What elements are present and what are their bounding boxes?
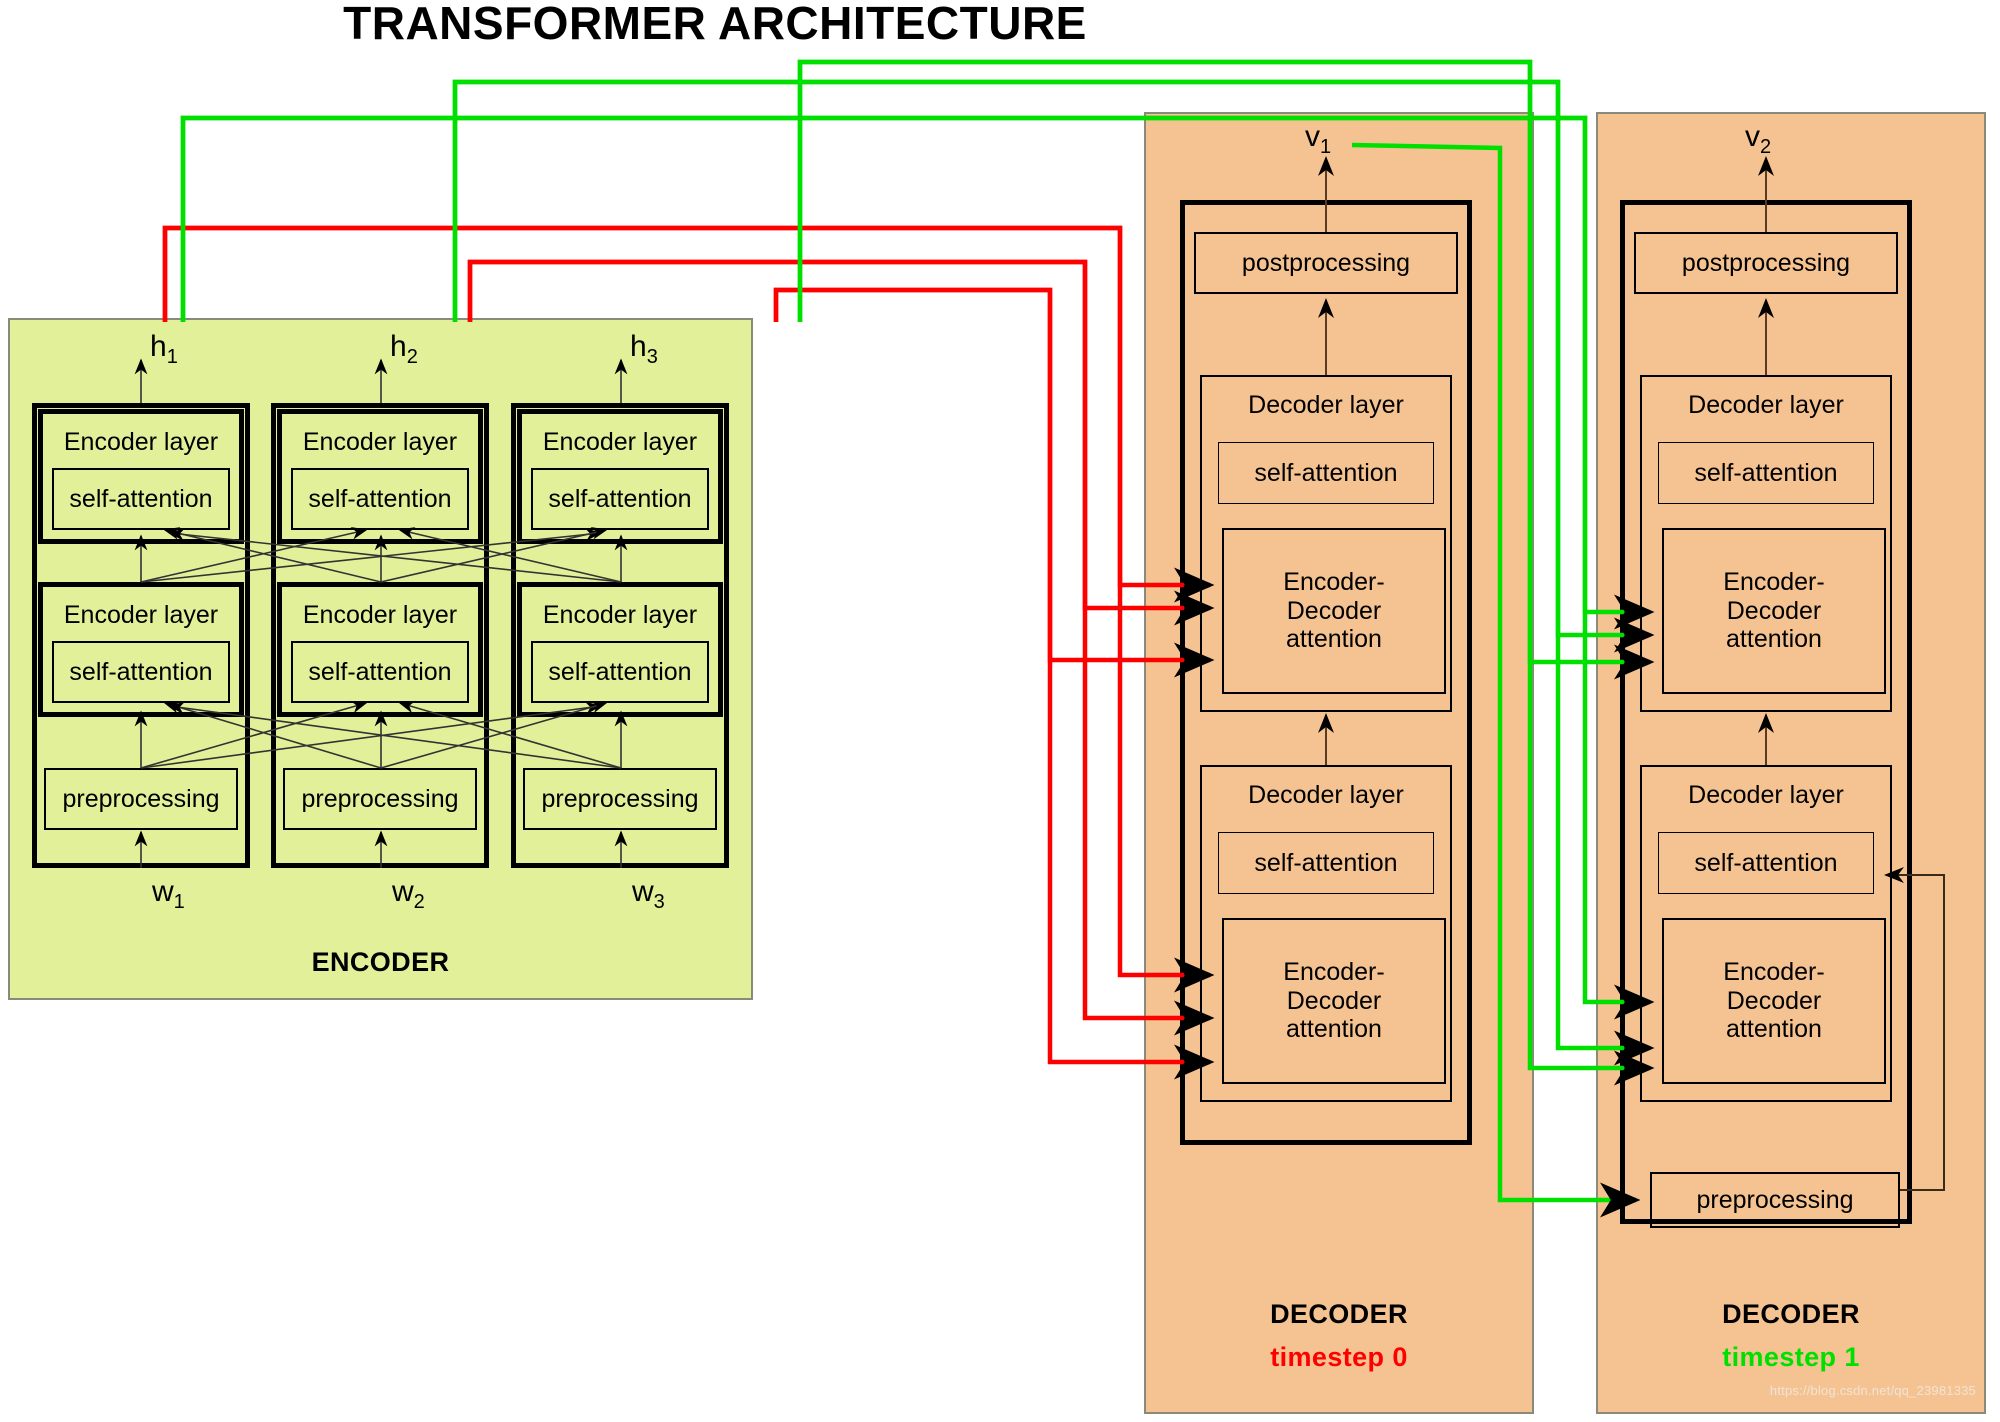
preprocessing-2: preprocessing [283, 768, 477, 830]
decoder0-self-attention-lower: self-attention [1218, 832, 1434, 894]
v-letter: v [1305, 120, 1320, 153]
cross-line-3: attention [1726, 1015, 1822, 1044]
self-attention-label: self-attention [1694, 848, 1838, 877]
h-index: 1 [166, 346, 178, 368]
decoder0-postprocessing: postprocessing [1194, 232, 1458, 294]
encoder-input-w3: w3 [632, 875, 665, 914]
cross-line-1: Encoder- [1283, 567, 1385, 596]
encoder-output-h1: h1 [150, 330, 178, 369]
cross-attention-label: Encoder- Decoder attention [1283, 568, 1384, 654]
cross-line-3: attention [1726, 625, 1822, 654]
w-letter: w [152, 875, 174, 908]
encoder-layer-label: Encoder layer [63, 601, 219, 629]
postprocessing-label: postprocessing [1241, 248, 1411, 277]
decoder-timestep: timestep 0 [1270, 1342, 1408, 1372]
self-attention-2-lower: self-attention [291, 641, 469, 703]
h-letter: h [390, 330, 407, 363]
self-attention-label: self-attention [548, 484, 692, 513]
decoder1-self-attention-lower: self-attention [1658, 832, 1874, 894]
preprocessing-3: preprocessing [523, 768, 717, 830]
self-attention-label: self-attention [308, 484, 452, 513]
cross-line-2: Decoder [1726, 986, 1822, 1015]
self-attention-2-upper: self-attention [291, 468, 469, 530]
watermark: https://blog.csdn.net/qq_23981335 [1769, 1383, 1976, 1398]
cross-line-2: Decoder [1286, 596, 1382, 625]
self-attention-3-upper: self-attention [531, 468, 709, 530]
decoder-timestep: timestep 1 [1722, 1342, 1860, 1372]
preprocessing-1: preprocessing [44, 768, 238, 830]
encoder-input-w1: w1 [152, 875, 185, 914]
self-attention-label: self-attention [1254, 458, 1398, 487]
w-index: 1 [173, 891, 185, 913]
h-letter: h [150, 330, 167, 363]
cross-line-1: Encoder- [1723, 957, 1825, 986]
self-attention-label: self-attention [69, 657, 213, 686]
v-letter: v [1745, 120, 1760, 153]
preprocessing-label: preprocessing [301, 784, 459, 813]
self-attention-1-lower: self-attention [52, 641, 230, 703]
encoder-layer-label: Encoder layer [542, 428, 698, 456]
decoder-layer-label: Decoder layer [1688, 391, 1844, 419]
self-attention-label: self-attention [548, 657, 692, 686]
h-index: 2 [406, 346, 418, 368]
encoder-layer-label: Encoder layer [542, 601, 698, 629]
self-attention-3-lower: self-attention [531, 641, 709, 703]
cross-attention-label: Encoder- Decoder attention [1283, 958, 1384, 1044]
preprocessing-label: preprocessing [541, 784, 699, 813]
decoder0-self-attention-upper: self-attention [1218, 442, 1434, 504]
decoder1-preprocessing: preprocessing [1650, 1172, 1900, 1228]
encoder-input-w2: w2 [392, 875, 425, 914]
postprocessing-label: postprocessing [1681, 248, 1851, 277]
decoder-layer-label: Decoder layer [1248, 781, 1404, 809]
w-index: 2 [413, 891, 425, 913]
encoder-layer-label: Encoder layer [63, 428, 219, 456]
cross-line-1: Encoder- [1723, 567, 1825, 596]
decoder0-output-v1: v1 [1305, 120, 1331, 159]
cross-line-3: attention [1286, 625, 1382, 654]
preprocessing-label: preprocessing [1696, 1185, 1854, 1214]
v-index: 1 [1320, 136, 1332, 158]
decoder0-cross-attention-upper: Encoder- Decoder attention [1222, 528, 1446, 694]
encoder-layer-label: Encoder layer [302, 601, 458, 629]
self-attention-1-upper: self-attention [52, 468, 230, 530]
w-letter: w [632, 875, 654, 908]
preprocessing-label: preprocessing [62, 784, 220, 813]
decoder1-cross-attention-lower: Encoder- Decoder attention [1662, 918, 1886, 1084]
decoder1-output-v2: v2 [1745, 120, 1771, 159]
decoder0-cross-attention-lower: Encoder- Decoder attention [1222, 918, 1446, 1084]
self-attention-label: self-attention [1694, 458, 1838, 487]
self-attention-label: self-attention [69, 484, 213, 513]
decoder1-self-attention-upper: self-attention [1658, 442, 1874, 504]
cross-line-1: Encoder- [1283, 957, 1385, 986]
cross-line-2: Decoder [1286, 986, 1382, 1015]
decoder-caption: DECODER [1722, 1299, 1860, 1329]
h-index: 3 [646, 346, 658, 368]
self-attention-label: self-attention [308, 657, 452, 686]
decoder-caption: DECODER [1270, 1299, 1408, 1329]
encoder-output-h2: h2 [390, 330, 418, 369]
page-title: TRANSFORMER ARCHITECTURE [343, 0, 1087, 49]
cross-attention-label: Encoder- Decoder attention [1723, 568, 1824, 654]
cross-attention-label: Encoder- Decoder attention [1723, 958, 1824, 1044]
encoder-output-h3: h3 [630, 330, 658, 369]
decoder-layer-label: Decoder layer [1688, 781, 1844, 809]
encoder-layer-label: Encoder layer [302, 428, 458, 456]
decoder1-cross-attention-upper: Encoder- Decoder attention [1662, 528, 1886, 694]
cross-line-3: attention [1286, 1015, 1382, 1044]
h-letter: h [630, 330, 647, 363]
self-attention-label: self-attention [1254, 848, 1398, 877]
decoder1-postprocessing: postprocessing [1634, 232, 1898, 294]
decoder-layer-label: Decoder layer [1248, 391, 1404, 419]
w-letter: w [392, 875, 414, 908]
encoder-caption: ENCODER [311, 947, 450, 977]
w-index: 3 [653, 891, 665, 913]
cross-line-2: Decoder [1726, 596, 1822, 625]
v-index: 2 [1760, 136, 1772, 158]
